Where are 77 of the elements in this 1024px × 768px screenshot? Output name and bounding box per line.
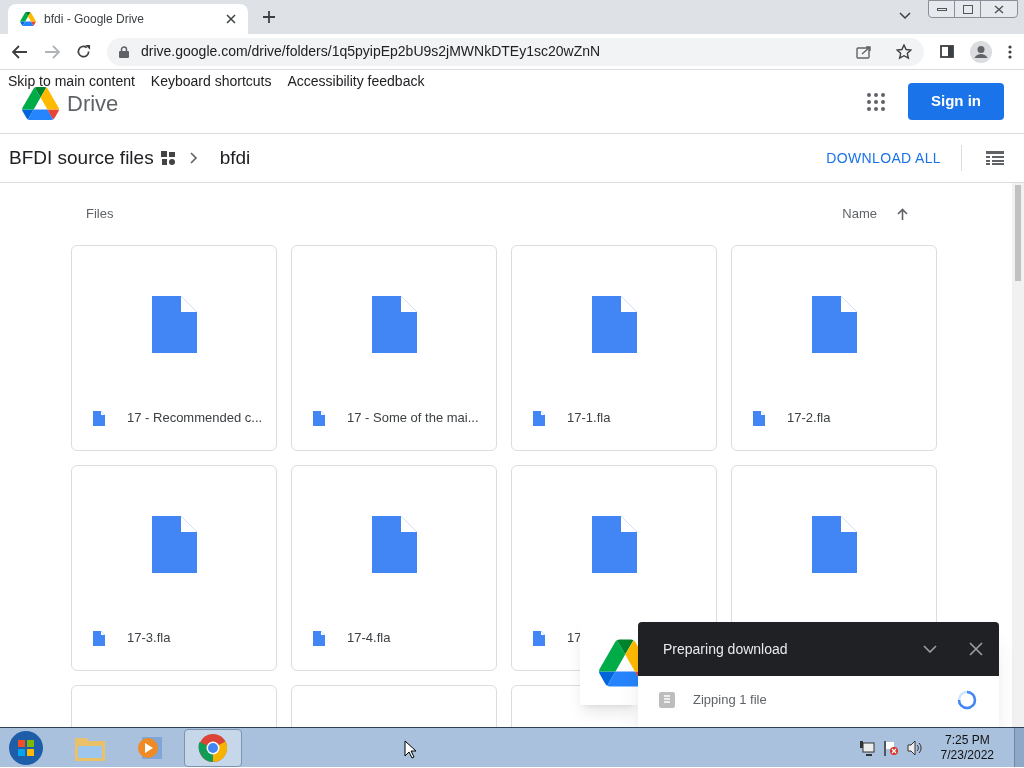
sort-label[interactable]: Name [842, 204, 877, 224]
close-icon[interactable] [969, 642, 983, 656]
download-status: Zipping 1 file [693, 691, 768, 710]
document-icon [151, 296, 197, 353]
document-icon [591, 296, 637, 353]
file-card[interactable]: 17-3.fla [71, 465, 277, 671]
document-icon [313, 410, 325, 426]
menu-icon[interactable] [1008, 44, 1012, 59]
drive-logo-icon [599, 637, 638, 689]
mouse-cursor-icon [404, 740, 416, 759]
close-icon[interactable] [226, 14, 236, 24]
speaker-icon[interactable] [906, 739, 923, 756]
file-name: 17-4.fla [347, 629, 391, 648]
document-icon [591, 516, 637, 573]
document-icon [93, 630, 105, 646]
star-icon[interactable] [896, 43, 912, 60]
file-name: 17 - Recommended c... [127, 409, 263, 428]
network-icon[interactable] [858, 739, 875, 756]
new-tab-icon[interactable] [262, 10, 276, 24]
file-name: 17 - Some of the mai... [347, 409, 479, 428]
taskbar-button[interactable] [184, 728, 242, 767]
skip-link[interactable]: Keyboard shortcuts [150, 71, 272, 92]
file-name: 17-3.fla [127, 629, 171, 648]
document-icon [371, 516, 417, 573]
file-name: 17-2.fla [787, 409, 831, 428]
window-controls[interactable] [928, 0, 1018, 18]
chrome-icon [198, 732, 228, 763]
clock-date: 7/23/2022 [940, 747, 994, 763]
back-icon[interactable] [12, 44, 28, 59]
list-view-icon[interactable] [986, 151, 1004, 165]
document-icon [811, 516, 857, 573]
document-icon [371, 296, 417, 353]
file-card[interactable]: 17-2.fla [731, 245, 937, 451]
chevron-down-icon[interactable] [899, 12, 911, 20]
flag-icon[interactable] [882, 739, 899, 756]
spinner-icon [957, 690, 977, 710]
document-icon [811, 296, 857, 353]
product-name: Drive [67, 90, 119, 118]
sign-in-button[interactable]: Sign in [908, 83, 1004, 120]
chevron-down-icon[interactable] [923, 645, 937, 653]
drive-logo-icon [22, 87, 59, 120]
skip-link[interactable]: Accessibility feedback [287, 71, 425, 92]
skip-link[interactable]: Skip to main content [8, 71, 135, 92]
breadcrumb-item[interactable]: bfdi [219, 143, 251, 173]
apps-grid-icon[interactable] [867, 93, 885, 111]
profile-icon[interactable] [970, 40, 992, 63]
document-icon [753, 410, 765, 426]
tab-title: bfdi - Google Drive [44, 11, 146, 28]
section-title: Files [86, 205, 114, 224]
clock-time: 7:25 PM [944, 732, 990, 748]
document-icon [533, 410, 545, 426]
url-text: drive.google.com/drive/folders/1q5pyipEp2bU9s2jMWNkDTEy1sc20wZnN [141, 42, 602, 61]
document-icon [151, 516, 197, 573]
browser-tab[interactable]: bfdi - Google Drive [8, 4, 248, 34]
arrow-up-icon[interactable] [897, 208, 908, 220]
chevron-right-icon [189, 152, 198, 164]
reload-icon[interactable] [76, 44, 91, 59]
document-icon [313, 630, 325, 646]
start-button-icon[interactable] [8, 729, 44, 766]
archive-icon [659, 692, 675, 708]
side-panel-icon[interactable] [940, 45, 954, 58]
download-all-link[interactable]: DOWNLOAD ALL [826, 147, 941, 169]
document-icon [93, 410, 105, 426]
address-bar[interactable]: drive.google.com/drive/folders/1q5pyipEp2bU9s2jMWNkDTEy1sc20wZnN [107, 37, 924, 66]
emoji-icon [159, 150, 176, 166]
file-card[interactable]: 17 - Recommended c... [71, 245, 277, 451]
file-card[interactable]: 17-1.fla [511, 245, 717, 451]
share-icon[interactable] [856, 44, 872, 59]
file-name: 17-1.fla [567, 409, 611, 428]
favicon-icon [20, 12, 36, 26]
file-card[interactable]: 17 - Some of the mai... [291, 245, 497, 451]
close-icon[interactable] [994, 4, 1004, 14]
document-icon [533, 630, 545, 646]
file-card[interactable]: 17-4.fla [291, 465, 497, 671]
breadcrumb-item[interactable]: BFDI source files [9, 143, 154, 173]
scrollbar-thumb[interactable] [1015, 185, 1021, 281]
lock-icon [119, 45, 129, 58]
